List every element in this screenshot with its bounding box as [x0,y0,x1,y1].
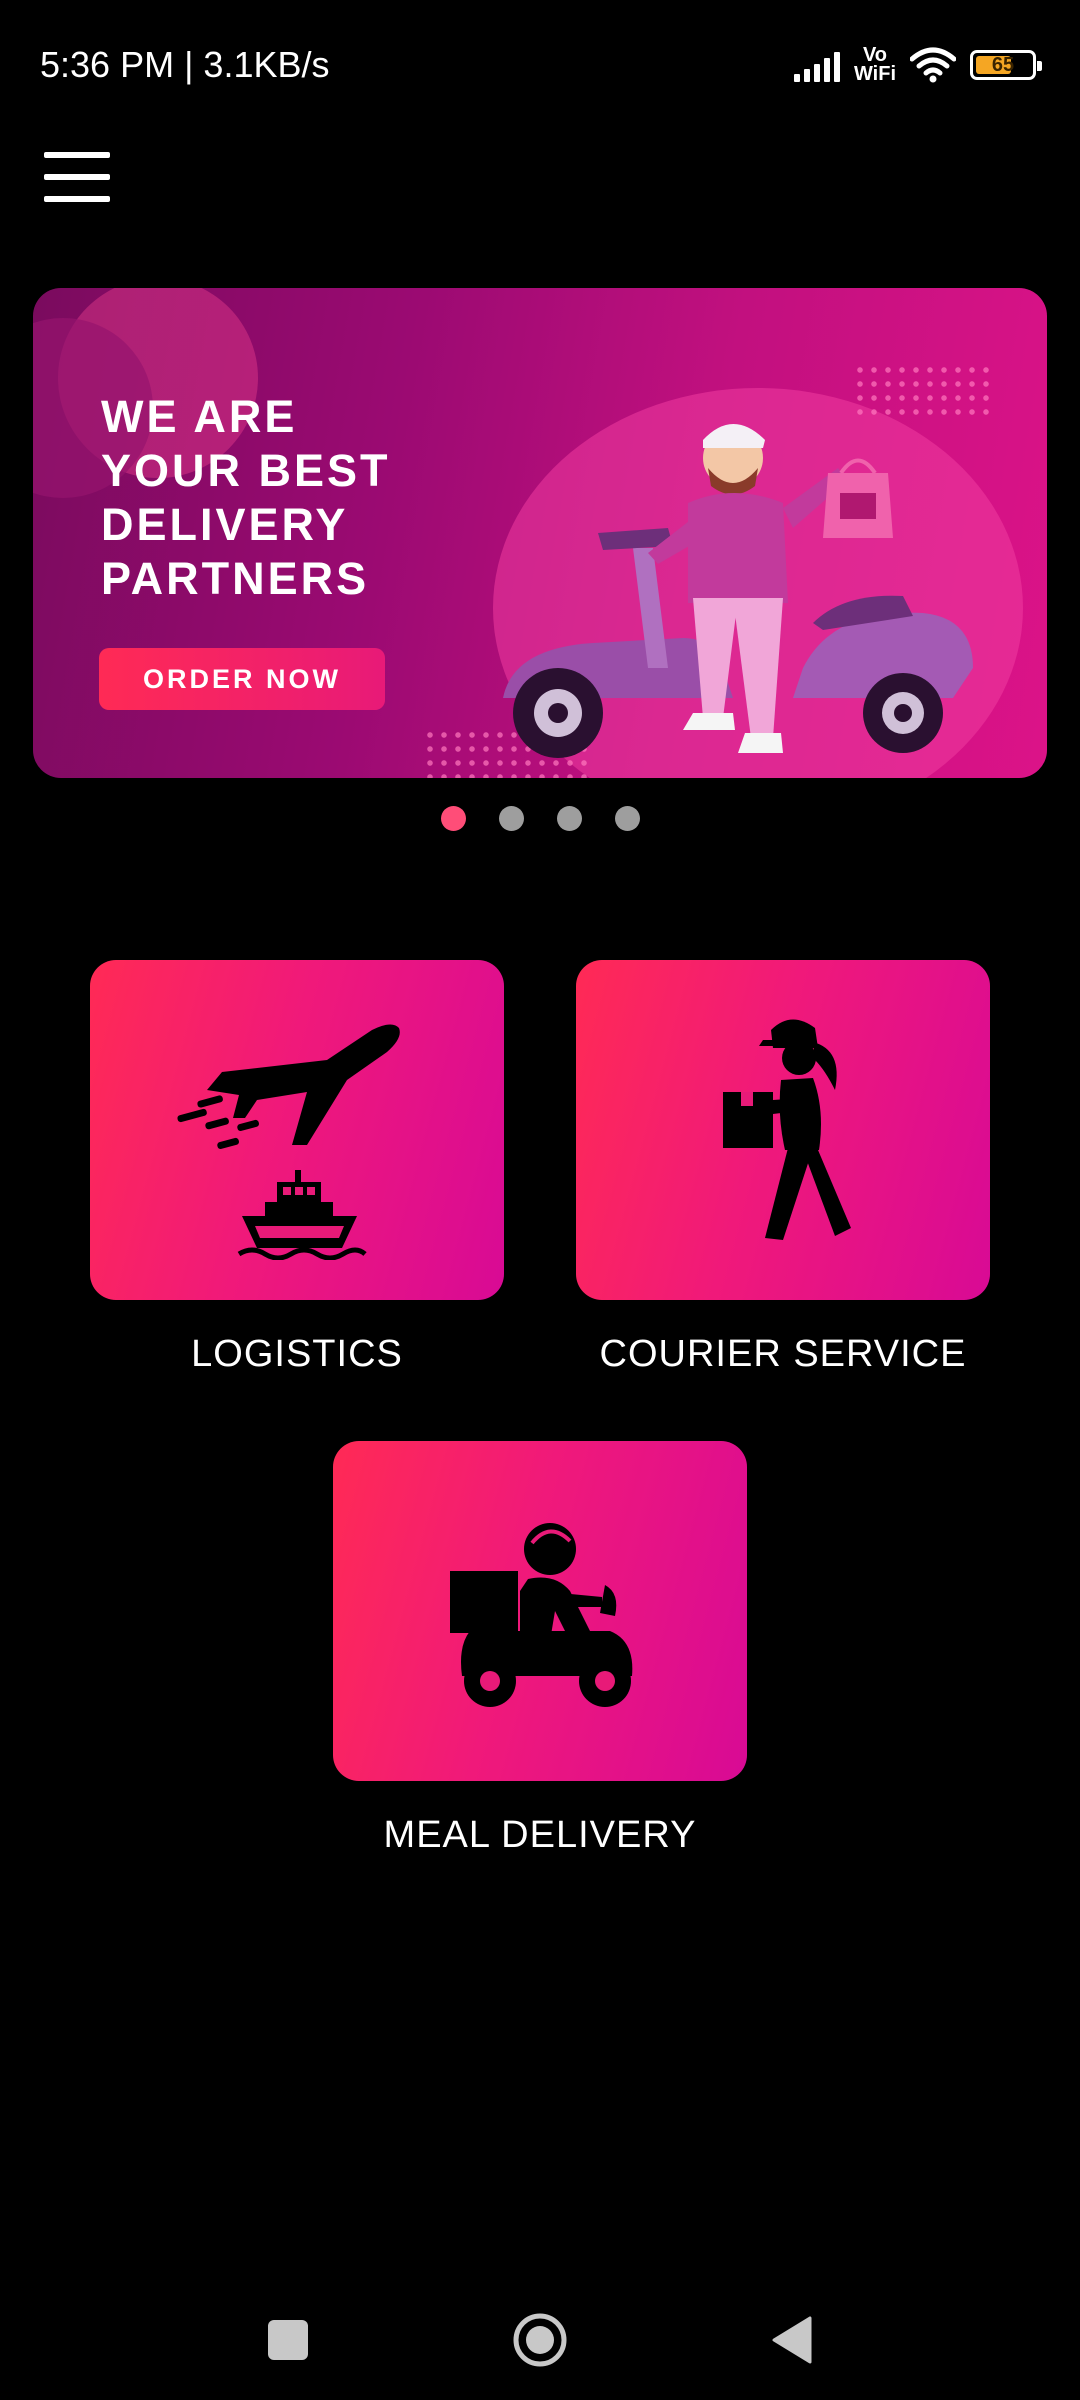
pagination-dot[interactable] [498,806,524,831]
square-icon [268,2320,308,2360]
back-button[interactable] [752,2300,832,2380]
delivery-man-scooter-illustration [503,424,973,758]
signal-strength-icon [793,48,840,82]
plane-and-ship-icon [177,1024,400,1260]
banner-headline-line: YOUR BEST [101,445,391,496]
banner-headline-line: DELIVERY [101,499,349,550]
home-button[interactable] [500,2300,580,2380]
status-time-and-speed: 5:36 PM | 3.1KB/s [40,44,330,85]
courier-service-label: COURIER SERVICE [599,1333,967,1375]
banner-headline-line: WE ARE [101,391,298,442]
wifi-icon [910,47,956,83]
vowifi-indicator: Vo WiFi [853,45,896,85]
home-circle-icon [513,2313,567,2367]
order-now-button[interactable]: ORDER NOW [99,648,385,710]
promo-banner[interactable]: WE ARE YOUR BEST DELIVERY PARTNERS ORDER… [33,288,1047,778]
pagination-dot[interactable] [614,806,640,831]
battery-icon: 65 [970,50,1042,80]
meal-delivery-label: MEAL DELIVERY [383,1814,697,1856]
hamburger-menu-icon[interactable] [44,152,110,202]
recent-apps-button[interactable] [248,2300,328,2380]
courier-service-tile[interactable] [576,960,990,1300]
logistics-tile[interactable] [90,960,504,1300]
banner-headline-line: PARTNERS [101,553,370,604]
meal-delivery-tile[interactable] [333,1441,747,1781]
status-icons: Vo WiFi 65 [793,40,1042,90]
courier-carrying-box-icon [723,1019,851,1240]
banner-headline: WE ARE YOUR BEST DELIVERY PARTNERS [101,390,521,606]
logistics-label: LOGISTICS [191,1333,403,1375]
status-bar: 5:36 PM | 3.1KB/s Vo WiFi 65 [0,0,1080,130]
pagination-dot[interactable] [556,806,582,831]
scooter-rider-with-box-icon [450,1523,633,1707]
battery-level: 65 [991,53,1015,76]
vowifi-label-bottom: WiFi [853,63,896,85]
pagination-dot-active[interactable] [440,806,466,831]
system-navigation-bar [0,2300,1080,2400]
banner-pagination [0,806,1080,831]
back-triangle-icon [772,2316,812,2364]
